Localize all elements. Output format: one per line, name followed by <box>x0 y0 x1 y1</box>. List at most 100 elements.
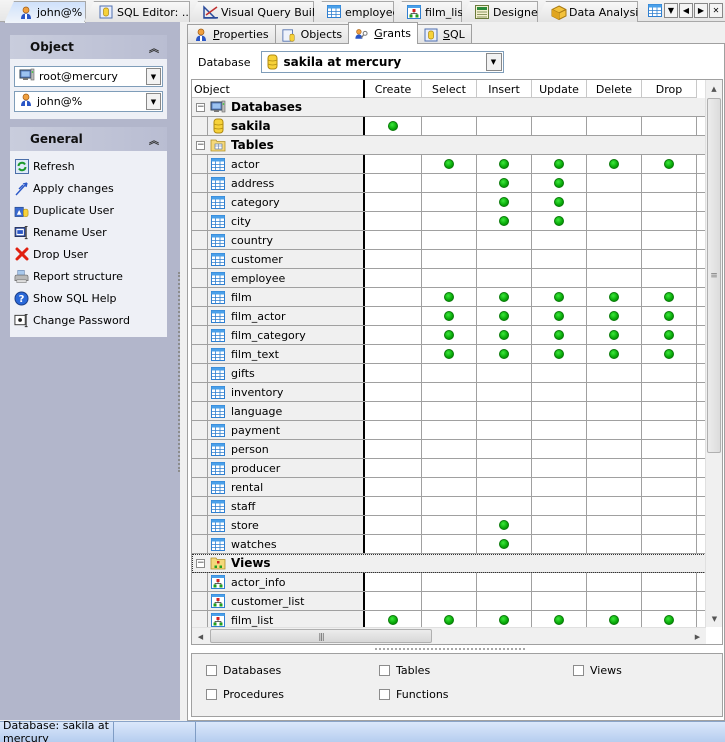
grant-cell-insert[interactable] <box>477 231 532 249</box>
grant-cell-create[interactable] <box>365 117 422 135</box>
grant-cell-delete[interactable] <box>587 440 642 458</box>
grant-cell-select[interactable] <box>422 421 477 439</box>
table-row[interactable]: staff <box>192 497 706 516</box>
grant-cell-insert[interactable] <box>477 459 532 477</box>
grant-cell-drop[interactable] <box>642 212 697 230</box>
grant-cell-update[interactable] <box>532 326 587 344</box>
grant-cell-select[interactable] <box>422 364 477 382</box>
grant-cell-create[interactable] <box>365 212 422 230</box>
action-report-structure[interactable]: Report structure <box>12 265 165 287</box>
grant-cell-update[interactable] <box>532 269 587 287</box>
grant-cell-create[interactable] <box>365 383 422 401</box>
horizontal-splitter[interactable] <box>375 648 525 651</box>
vertical-scroll-thumb[interactable]: ≡ <box>707 98 721 453</box>
grant-cell-drop[interactable] <box>642 117 697 135</box>
grant-cell-drop[interactable] <box>642 478 697 496</box>
grant-cell-delete[interactable] <box>587 345 642 363</box>
subtab-properties[interactable]: Properties <box>187 24 276 44</box>
subtab-sql[interactable]: SQL <box>416 24 472 44</box>
grant-cell-update[interactable] <box>532 497 587 515</box>
grant-cell-select[interactable] <box>422 592 477 610</box>
checkbox[interactable] <box>379 689 390 700</box>
grant-cell-create[interactable] <box>365 269 422 287</box>
grant-cell-insert[interactable] <box>477 440 532 458</box>
collapse-icon[interactable]: ︽ <box>149 40 159 55</box>
grant-cell-select[interactable] <box>422 288 477 306</box>
grant-cell-drop[interactable] <box>642 364 697 382</box>
grant-cell-drop[interactable] <box>642 402 697 420</box>
scroll-tabs-right-button[interactable]: ▶ <box>694 3 708 18</box>
table-row[interactable]: producer <box>192 459 706 478</box>
grant-cell-delete[interactable] <box>587 516 642 534</box>
horizontal-scrollbar[interactable]: ◀ ||| ▶ <box>192 627 706 644</box>
table-row[interactable]: inventory <box>192 383 706 402</box>
grant-cell-update[interactable] <box>532 535 587 553</box>
column-header-update[interactable]: Update <box>532 80 587 98</box>
grant-cell-create[interactable] <box>365 402 422 420</box>
grant-cell-insert[interactable] <box>477 421 532 439</box>
grant-cell-select[interactable] <box>422 573 477 591</box>
grant-cell-update[interactable] <box>532 364 587 382</box>
grant-cell-delete[interactable] <box>587 383 642 401</box>
action-rename-user[interactable]: Rename User <box>12 221 165 243</box>
grant-cell-drop[interactable] <box>642 421 697 439</box>
grant-cell-insert[interactable] <box>477 307 532 325</box>
grant-cell-create[interactable] <box>365 592 422 610</box>
subtab-grants[interactable]: Grants <box>348 22 418 44</box>
checkbox[interactable] <box>379 665 390 676</box>
grant-cell-delete[interactable] <box>587 402 642 420</box>
grant-cell-insert[interactable] <box>477 535 532 553</box>
grant-cell-insert[interactable] <box>477 383 532 401</box>
grant-cell-select[interactable] <box>422 193 477 211</box>
grant-cell-delete[interactable] <box>587 364 642 382</box>
scroll-left-arrow-icon[interactable]: ◀ <box>192 628 209 644</box>
grant-cell-delete[interactable] <box>587 231 642 249</box>
grant-cell-insert[interactable] <box>477 269 532 287</box>
grant-cell-update[interactable] <box>532 288 587 306</box>
grant-cell-create[interactable] <box>365 307 422 325</box>
grant-cell-drop[interactable] <box>642 459 697 477</box>
table-row[interactable]: rental <box>192 478 706 497</box>
column-header-delete[interactable]: Delete <box>587 80 642 98</box>
grant-cell-update[interactable] <box>532 516 587 534</box>
grant-cell-drop[interactable] <box>642 326 697 344</box>
grant-cell-create[interactable] <box>365 364 422 382</box>
grant-cell-drop[interactable] <box>642 174 697 192</box>
grant-cell-insert[interactable] <box>477 364 532 382</box>
grant-cell-update[interactable] <box>532 478 587 496</box>
grant-cell-insert[interactable] <box>477 478 532 496</box>
table-row[interactable]: sakila <box>192 117 706 136</box>
grant-cell-delete[interactable] <box>587 592 642 610</box>
table-row[interactable]: payment <box>192 421 706 440</box>
scroll-tabs-left-button[interactable]: ◀ <box>679 3 693 18</box>
grant-cell-create[interactable] <box>365 478 422 496</box>
grant-cell-select[interactable] <box>422 345 477 363</box>
grant-cell-delete[interactable] <box>587 573 642 591</box>
scroll-right-arrow-icon[interactable]: ▶ <box>689 628 706 644</box>
vertical-scrollbar[interactable]: ▲ ≡ ▼ <box>705 80 722 627</box>
grant-cell-update[interactable] <box>532 459 587 477</box>
close-tab-button[interactable]: ✕ <box>709 3 723 18</box>
grant-cell-drop[interactable] <box>642 193 697 211</box>
grant-cell-update[interactable] <box>532 155 587 173</box>
grant-cell-drop[interactable] <box>642 440 697 458</box>
grant-cell-update[interactable] <box>532 250 587 268</box>
grant-cell-select[interactable] <box>422 383 477 401</box>
grant-cell-drop[interactable] <box>642 288 697 306</box>
column-header-object[interactable]: Object <box>192 80 365 98</box>
grant-cell-delete[interactable] <box>587 478 642 496</box>
dropdown-arrow-icon[interactable]: ▼ <box>485 53 502 71</box>
grant-cell-insert[interactable] <box>477 573 532 591</box>
grant-cell-drop[interactable] <box>642 516 697 534</box>
grant-cell-create[interactable] <box>365 459 422 477</box>
table-row[interactable]: watches <box>192 535 706 554</box>
grant-cell-create[interactable] <box>365 288 422 306</box>
grant-cell-select[interactable] <box>422 174 477 192</box>
grant-cell-delete[interactable] <box>587 193 642 211</box>
grant-cell-update[interactable] <box>532 117 587 135</box>
table-row[interactable]: store <box>192 516 706 535</box>
checkbox[interactable] <box>573 665 584 676</box>
grant-cell-create[interactable] <box>365 440 422 458</box>
object-group-header[interactable]: Object ︽ <box>10 35 167 59</box>
tab-sql-editor[interactable]: SQL Editor: ... <box>84 1 190 22</box>
